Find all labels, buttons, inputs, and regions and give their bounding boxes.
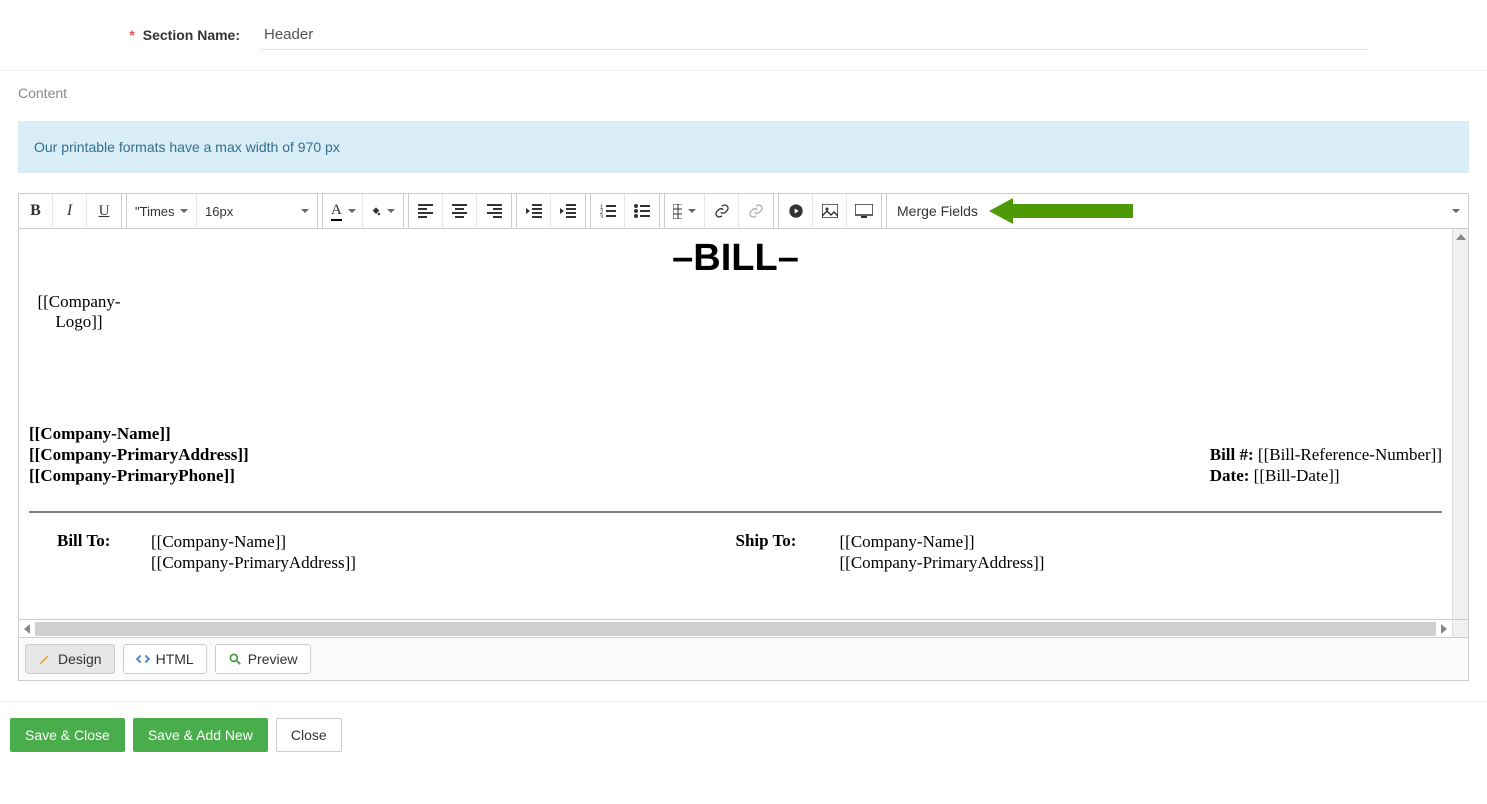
tab-design[interactable]: Design — [25, 644, 115, 674]
caret-down-icon — [348, 209, 356, 213]
caret-down-icon — [387, 209, 395, 213]
underline-button[interactable]: U — [87, 194, 121, 228]
merge-fields-select[interactable]: Merge Fields — [886, 194, 1469, 228]
section-name-row: * Section Name: — [0, 0, 1487, 71]
table-button[interactable] — [665, 194, 705, 228]
bg-color-button[interactable] — [363, 194, 403, 228]
horizontal-scrollbar[interactable] — [18, 620, 1469, 638]
bill-to-address: [[Company-PrimaryAddress]] — [151, 552, 356, 573]
bill-to-label: Bill To: — [57, 531, 127, 574]
footer-actions: Save & Close Save & Add New Close — [0, 701, 1487, 768]
bill-to-block: [[Company-Name]] [[Company-PrimaryAddres… — [151, 531, 356, 574]
save-add-new-button[interactable]: Save & Add New — [133, 718, 268, 752]
code-icon — [136, 652, 150, 666]
tab-html-label: HTML — [156, 651, 194, 667]
editor-canvas[interactable]: –BILL– [[Company-Logo]] [[Company-Name]]… — [19, 229, 1452, 619]
paint-bucket-icon — [371, 204, 381, 219]
scroll-left-icon — [19, 620, 35, 637]
ship-to-name: [[Company-Name]] — [840, 531, 1045, 552]
outdent-button[interactable] — [517, 194, 551, 228]
ordered-list-button[interactable]: 123 — [591, 194, 625, 228]
vertical-scrollbar[interactable] — [1452, 229, 1468, 619]
image-icon — [822, 204, 838, 218]
company-phone: [[Company-PrimaryPhone]] — [29, 465, 249, 486]
svg-text:3: 3 — [600, 215, 604, 218]
align-left-icon — [418, 204, 433, 218]
date-label: Date: — [1210, 466, 1250, 485]
company-address: [[Company-PrimaryAddress]] — [29, 444, 249, 465]
outdent-icon — [526, 204, 542, 218]
scroll-corner — [1452, 620, 1468, 637]
bold-button[interactable]: B — [19, 194, 53, 228]
info-banner: Our printable formats have a max width o… — [18, 121, 1469, 173]
editor-toolbar: B I U "Times Ne… 16px A — [18, 193, 1469, 229]
align-left-button[interactable] — [409, 194, 443, 228]
search-icon — [228, 652, 242, 666]
required-asterisk-icon: * — [129, 27, 134, 43]
align-right-icon — [487, 204, 502, 218]
ship-to-address: [[Company-PrimaryAddress]] — [840, 552, 1045, 573]
align-center-icon — [452, 204, 467, 218]
italic-button[interactable]: I — [53, 194, 87, 228]
bill-number-value: [[Bill-Reference-Number]] — [1258, 445, 1442, 464]
unordered-list-button[interactable] — [625, 194, 659, 228]
save-close-button[interactable]: Save & Close — [10, 718, 125, 752]
unordered-list-icon — [634, 204, 650, 218]
indent-button[interactable] — [551, 194, 585, 228]
view-tabs: Design HTML Preview — [18, 638, 1469, 681]
divider — [29, 511, 1442, 513]
indent-icon — [560, 204, 576, 218]
info-banner-text: Our printable formats have a max width o… — [34, 139, 340, 155]
table-icon — [673, 204, 682, 219]
link-icon — [714, 203, 730, 219]
scroll-up-icon — [1453, 229, 1468, 245]
bill-number-label: Bill #: — [1210, 445, 1254, 464]
caret-down-icon — [688, 209, 696, 213]
ordered-list-icon: 123 — [600, 204, 616, 218]
unlink-icon — [748, 203, 764, 219]
font-color-button[interactable]: A — [323, 194, 363, 228]
tab-html[interactable]: HTML — [123, 644, 207, 674]
scroll-right-icon — [1436, 620, 1452, 637]
bill-meta-block: Bill #: [[Bill-Reference-Number]] Date: … — [1210, 444, 1442, 487]
close-button[interactable]: Close — [276, 718, 342, 752]
image-button[interactable] — [813, 194, 847, 228]
section-name-label: * Section Name: — [0, 27, 260, 43]
tab-preview[interactable]: Preview — [215, 644, 311, 674]
tab-design-label: Design — [58, 651, 102, 667]
align-center-button[interactable] — [443, 194, 477, 228]
company-logo-placeholder: [[Company-Logo]] — [29, 292, 129, 333]
font-size-select[interactable]: 16px — [197, 194, 317, 228]
section-name-input[interactable] — [260, 20, 1367, 50]
tab-preview-label: Preview — [248, 651, 298, 667]
pencil-icon — [38, 652, 52, 666]
video-button[interactable] — [779, 194, 813, 228]
date-value: [[Bill-Date]] — [1254, 466, 1340, 485]
play-circle-icon — [788, 203, 804, 219]
embed-button[interactable] — [847, 194, 881, 228]
content-label: Content — [0, 71, 1487, 115]
ship-to-block: [[Company-Name]] [[Company-PrimaryAddres… — [840, 531, 1045, 574]
caret-down-icon — [301, 209, 309, 213]
font-size-label: 16px — [205, 204, 233, 219]
scroll-track — [35, 622, 1436, 636]
company-name: [[Company-Name]] — [29, 423, 249, 444]
bill-to-name: [[Company-Name]] — [151, 531, 356, 552]
align-right-button[interactable] — [477, 194, 511, 228]
merge-fields-label: Merge Fields — [887, 203, 988, 219]
link-button[interactable] — [705, 194, 739, 228]
unlink-button[interactable] — [739, 194, 773, 228]
section-name-text: Section Name: — [143, 27, 240, 43]
embed-icon — [855, 204, 873, 218]
ship-to-label: Ship To: — [736, 531, 816, 574]
font-family-label: "Times Ne… — [135, 204, 174, 219]
document-title: –BILL– — [29, 237, 1442, 280]
annotation-arrow-icon — [989, 198, 1133, 224]
caret-down-icon — [1452, 209, 1460, 213]
company-info-block: [[Company-Name]] [[Company-PrimaryAddres… — [29, 423, 249, 487]
font-family-select[interactable]: "Times Ne… — [127, 194, 197, 228]
caret-down-icon — [180, 209, 188, 213]
